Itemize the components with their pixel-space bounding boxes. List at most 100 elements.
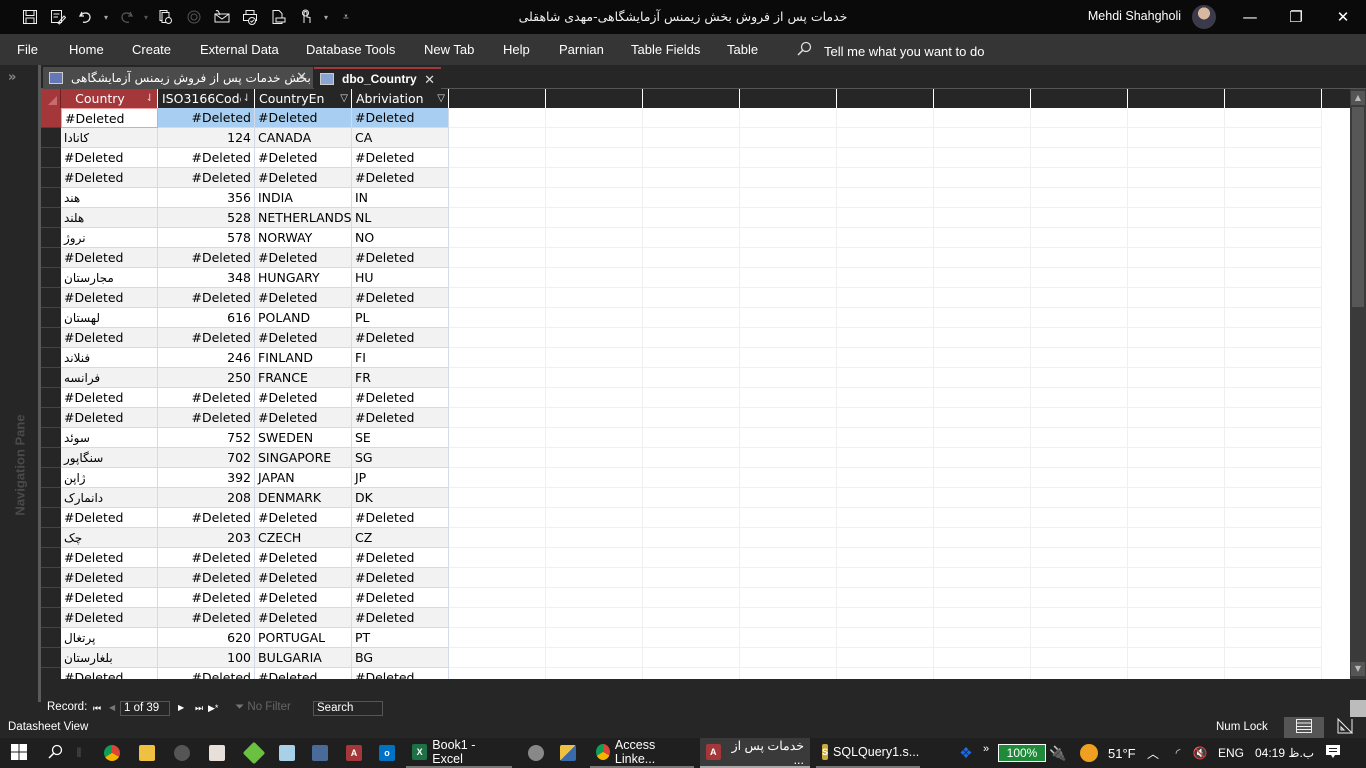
cell-abriviation[interactable]: IN (352, 188, 449, 208)
cell-countryen[interactable]: #Deleted (255, 408, 352, 428)
row-selector[interactable] (41, 328, 61, 348)
table-row[interactable]: #Deleted #Deleted #Deleted #Deleted (41, 168, 1350, 188)
row-selector[interactable] (41, 348, 61, 368)
minimize-button[interactable]: — (1227, 0, 1273, 34)
cell-countryen[interactable]: DENMARK (255, 488, 352, 508)
email-icon[interactable] (208, 6, 236, 28)
cell-country[interactable]: #Deleted (61, 568, 158, 588)
cell-countryen[interactable]: FRANCE (255, 368, 352, 388)
cell-iso3166code[interactable]: #Deleted (158, 588, 255, 608)
cell-abriviation[interactable]: #Deleted (352, 548, 449, 568)
vertical-scrollbar[interactable]: ▲ ▼ (1350, 89, 1366, 679)
cell-iso3166code[interactable]: #Deleted (158, 108, 255, 128)
notepad-taskbar-icon[interactable] (275, 738, 299, 768)
cell-abriviation[interactable]: #Deleted (352, 168, 449, 188)
cell-country[interactable]: دانمارک (61, 488, 158, 508)
cell-countryen[interactable]: NORWAY (255, 228, 352, 248)
empty-column-header[interactable] (934, 89, 1031, 108)
cell-abriviation[interactable]: #Deleted (352, 508, 449, 528)
cell-abriviation[interactable]: PL (352, 308, 449, 328)
power-plug-icon[interactable]: 🔌 (1049, 738, 1066, 768)
row-selector[interactable] (41, 428, 61, 448)
cell-countryen[interactable]: #Deleted (255, 588, 352, 608)
cell-country[interactable]: پرتغال (61, 628, 158, 648)
cell-country[interactable]: چک (61, 528, 158, 548)
close-button[interactable]: ✕ (1320, 0, 1366, 34)
cell-abriviation[interactable]: #Deleted (352, 328, 449, 348)
cell-iso3166code[interactable]: 246 (158, 348, 255, 368)
cell-countryen[interactable]: POLAND (255, 308, 352, 328)
cell-countryen[interactable]: BULGARIA (255, 648, 352, 668)
cell-abriviation[interactable]: #Deleted (352, 248, 449, 268)
table-row[interactable]: هند 356 INDIA IN (41, 188, 1350, 208)
cell-abriviation[interactable]: NO (352, 228, 449, 248)
empty-column-header[interactable] (546, 89, 643, 108)
row-selector[interactable] (41, 208, 61, 228)
wifi-icon[interactable]: ◜ (1170, 738, 1186, 768)
cell-countryen[interactable]: JAPAN (255, 468, 352, 488)
cell-countryen[interactable]: #Deleted (255, 548, 352, 568)
tell-me-search[interactable]: Tell me what you want to do (796, 41, 984, 61)
cell-abriviation[interactable]: SG (352, 448, 449, 468)
cell-country[interactable]: #Deleted (61, 668, 158, 679)
row-selector[interactable] (41, 248, 61, 268)
cell-countryen[interactable]: #Deleted (255, 388, 352, 408)
row-selector[interactable] (41, 448, 61, 468)
row-selector[interactable] (41, 488, 61, 508)
refresh-all-icon[interactable] (152, 6, 180, 28)
table-row[interactable]: #Deleted #Deleted #Deleted #Deleted (41, 148, 1350, 168)
row-selector[interactable] (41, 408, 61, 428)
user-name[interactable]: Mehdi Shahgholi (1088, 9, 1181, 23)
table-row[interactable]: کانادا 124 CANADA CA (41, 128, 1350, 148)
tab-home[interactable]: Home (69, 42, 104, 57)
cell-countryen[interactable]: SWEDEN (255, 428, 352, 448)
scroll-thumb[interactable] (1352, 107, 1364, 307)
cell-iso3166code[interactable]: #Deleted (158, 668, 255, 679)
cell-countryen[interactable]: #Deleted (255, 328, 352, 348)
cell-country[interactable]: نروژ (61, 228, 158, 248)
restore-button[interactable]: ❐ (1273, 0, 1319, 34)
cell-countryen[interactable]: CZECH (255, 528, 352, 548)
cell-countryen[interactable]: NETHERLANDS (255, 208, 352, 228)
cell-countryen[interactable]: CANADA (255, 128, 352, 148)
cell-iso3166code[interactable]: 752 (158, 428, 255, 448)
last-record-button[interactable]: ⏭ (195, 703, 203, 714)
datasheet-view-button[interactable] (1284, 717, 1324, 738)
row-selector[interactable] (41, 588, 61, 608)
expand-nav-icon[interactable]: » (8, 70, 16, 85)
show-hidden-icons[interactable]: ︿ (1145, 738, 1161, 768)
qlik-taskbar-icon[interactable] (524, 738, 548, 768)
cell-iso3166code[interactable]: #Deleted (158, 508, 255, 528)
save-icon[interactable] (16, 6, 44, 28)
row-selector[interactable] (41, 148, 61, 168)
scroll-up-icon[interactable]: ▲ (1351, 91, 1365, 105)
tab-new-tab[interactable]: New Tab (424, 42, 474, 57)
first-record-button[interactable]: ⏮ (93, 703, 101, 714)
table-row[interactable]: چک 203 CZECH CZ (41, 528, 1350, 548)
undo-dropdown-icon[interactable]: ▾ (100, 6, 112, 28)
row-selector[interactable] (41, 568, 61, 588)
row-selector[interactable] (41, 648, 61, 668)
cell-country[interactable]: هلند (61, 208, 158, 228)
design-view-button[interactable] (1325, 717, 1365, 738)
print-check-icon[interactable] (236, 6, 264, 28)
cell-country[interactable]: #Deleted (61, 588, 158, 608)
table-row[interactable]: #Deleted #Deleted #Deleted #Deleted (41, 408, 1350, 428)
empty-column-header[interactable] (1225, 89, 1322, 108)
tab-file[interactable]: File (17, 42, 38, 57)
cell-abriviation[interactable]: HU (352, 268, 449, 288)
row-selector[interactable] (41, 128, 61, 148)
cell-country[interactable]: #Deleted (61, 548, 158, 568)
row-selector[interactable] (41, 188, 61, 208)
cell-iso3166code[interactable]: 203 (158, 528, 255, 548)
cell-abriviation[interactable]: #Deleted (352, 588, 449, 608)
new-record-button[interactable]: ▶* (208, 703, 218, 714)
cell-iso3166code[interactable]: 392 (158, 468, 255, 488)
empty-column-header[interactable] (740, 89, 837, 108)
tab-table[interactable]: Table (727, 42, 758, 57)
cell-country[interactable]: #Deleted (61, 288, 158, 308)
cell-country[interactable]: هند (61, 188, 158, 208)
language-indicator[interactable]: ENG (1218, 738, 1244, 768)
table-row[interactable]: #Deleted #Deleted #Deleted #Deleted (41, 288, 1350, 308)
row-selector[interactable] (41, 368, 61, 388)
